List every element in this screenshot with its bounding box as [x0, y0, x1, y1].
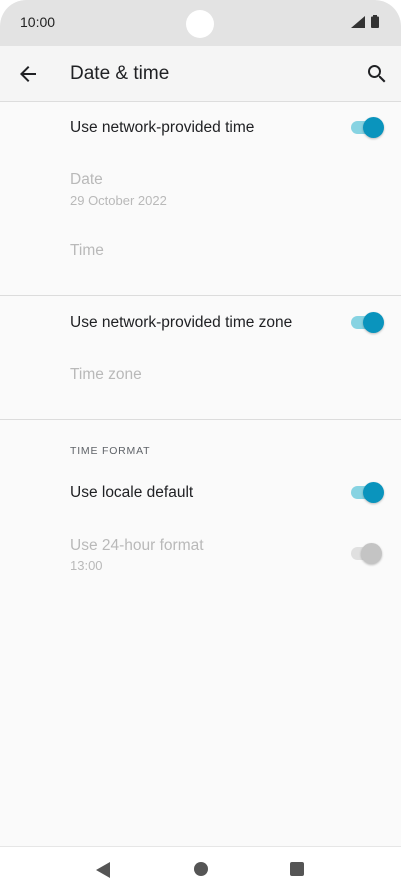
- switch-thumb: [363, 312, 384, 333]
- battery-icon: [371, 15, 379, 28]
- network-time-zone-switch[interactable]: [349, 311, 385, 333]
- setting-time-zone[interactable]: Time zone: [0, 352, 401, 400]
- locale-default-switch[interactable]: [349, 481, 385, 503]
- section-header-time-format: TIME FORMAT: [70, 445, 151, 457]
- setting-network-time[interactable]: Use network-provided time: [0, 104, 401, 152]
- navigation-bar: [0, 846, 401, 892]
- page-title: Date & time: [70, 63, 170, 84]
- status-time: 10:00: [20, 14, 56, 30]
- switch-thumb: [363, 117, 384, 138]
- signal-icon: [351, 16, 365, 28]
- switch-thumb: [361, 543, 382, 564]
- setting-date-value: 29 October 2022: [70, 193, 167, 208]
- setting-24-hour-format-value: 13:00: [70, 558, 103, 573]
- setting-24-hour-format-label: Use 24-hour format: [70, 537, 204, 554]
- setting-locale-default-label: Use locale default: [70, 484, 194, 501]
- back-arrow-icon[interactable]: [16, 62, 40, 86]
- setting-locale-default[interactable]: Use locale default: [0, 468, 401, 516]
- 24-hour-format-switch[interactable]: [349, 542, 385, 564]
- status-bar: 10:00: [0, 0, 401, 46]
- setting-network-time-zone[interactable]: Use network-provided time zone: [0, 298, 401, 346]
- switch-thumb: [363, 482, 384, 503]
- setting-time[interactable]: Time: [0, 228, 401, 276]
- app-bar: Date & time: [0, 46, 401, 102]
- screen: 10:00 Date & time Use network-provided t…: [0, 0, 401, 892]
- nav-back-icon[interactable]: [96, 862, 110, 878]
- setting-network-time-zone-label: Use network-provided time zone: [70, 314, 293, 331]
- setting-24-hour-format[interactable]: Use 24-hour format 13:00: [0, 526, 401, 582]
- divider: [0, 419, 401, 420]
- setting-network-time-label: Use network-provided time: [70, 119, 255, 136]
- setting-time-zone-label: Time zone: [70, 366, 142, 383]
- nav-recents-icon[interactable]: [290, 862, 304, 876]
- nav-home-icon[interactable]: [194, 862, 208, 876]
- divider: [0, 295, 401, 296]
- setting-time-label: Time: [70, 242, 104, 259]
- setting-date[interactable]: Date 29 October 2022: [0, 160, 401, 220]
- search-icon[interactable]: [365, 62, 389, 86]
- camera-cutout: [186, 10, 214, 38]
- network-time-switch[interactable]: [349, 116, 385, 138]
- setting-date-label: Date: [70, 171, 103, 188]
